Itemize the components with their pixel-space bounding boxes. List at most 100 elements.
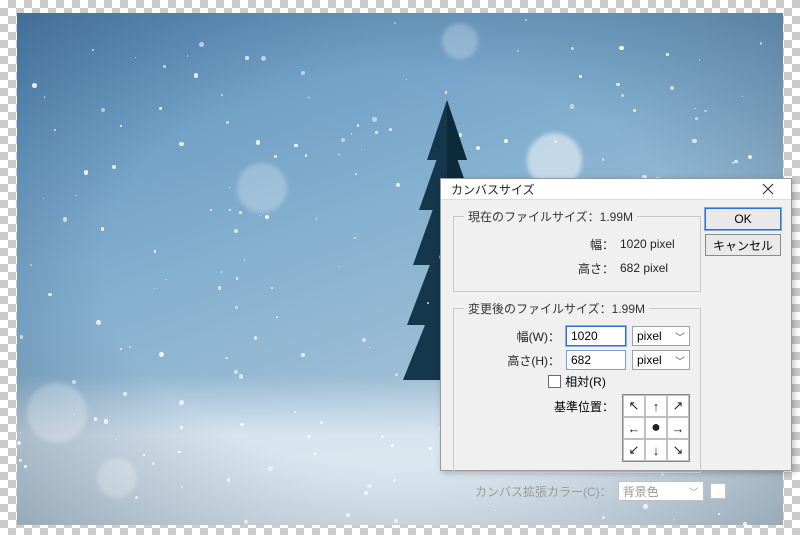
snowflake <box>406 79 407 80</box>
snowflake <box>74 413 75 414</box>
dialog-title: カンバスサイズ <box>451 181 535 198</box>
snowflake <box>743 522 747 525</box>
current-width-label: 幅： <box>590 236 614 253</box>
snowflake <box>181 486 183 488</box>
snowflake <box>445 91 447 93</box>
snowflake <box>361 149 362 150</box>
snowflake <box>24 465 26 467</box>
width-unit-value: pixel <box>637 329 662 343</box>
snowflake <box>734 160 737 163</box>
snowflake <box>234 229 238 233</box>
height-unit-select[interactable]: pixel ﹀ <box>632 350 690 370</box>
snowflake <box>389 128 392 131</box>
snowflake <box>504 139 508 143</box>
snowflake <box>314 452 317 455</box>
close-icon <box>762 183 774 195</box>
snowflake <box>194 73 199 78</box>
snowflake <box>320 421 323 424</box>
snowflake <box>240 423 243 426</box>
snowflake <box>316 218 318 220</box>
extension-color-label: カンバス拡張カラー(C)： <box>475 483 612 500</box>
snowflake <box>394 22 396 24</box>
current-width-value: 1020 pixel <box>620 237 690 251</box>
anchor-ne[interactable]: ↗ <box>667 395 689 417</box>
close-button[interactable] <box>751 179 785 199</box>
new-width-label: 幅(W)： <box>517 328 560 345</box>
extension-color-value: 背景色 <box>623 483 659 500</box>
snowflake <box>341 138 345 142</box>
dialog-body: OK キャンセル 現在のファイルサイズ：1.99M 幅： 1020 pixel … <box>441 200 791 509</box>
snowflake <box>554 140 557 143</box>
snowflake <box>129 346 131 348</box>
snowflake <box>239 374 243 378</box>
snowflake <box>602 158 604 160</box>
cancel-button[interactable]: キャンセル <box>705 234 781 256</box>
height-unit-value: pixel <box>637 353 662 367</box>
anchor-se[interactable]: ↘ <box>667 439 689 461</box>
snowflake <box>123 392 126 395</box>
snowflake <box>375 131 378 134</box>
current-size-legend: 現在のファイルサイズ：1.99M <box>464 208 637 225</box>
snowflake <box>120 125 121 126</box>
snowflake <box>227 478 231 482</box>
snowflake <box>301 71 305 75</box>
anchor-nw[interactable]: ↖ <box>623 395 645 417</box>
snowflake <box>357 124 359 126</box>
width-input[interactable] <box>566 326 626 346</box>
snowflake <box>346 513 350 517</box>
snowflake <box>459 133 462 136</box>
bokeh <box>237 163 287 213</box>
snowflake <box>579 75 582 78</box>
snowflake <box>619 46 623 50</box>
anchor-center[interactable]: ● <box>645 417 667 439</box>
relative-checkbox[interactable] <box>548 375 561 388</box>
snowflake <box>367 484 371 488</box>
snowflake <box>704 110 706 112</box>
bokeh <box>97 458 137 498</box>
snowflake <box>143 454 145 456</box>
anchor-w[interactable]: ← <box>623 417 645 439</box>
extension-color-swatch <box>710 483 726 499</box>
ok-button[interactable]: OK <box>705 208 781 230</box>
snowflake <box>210 209 211 210</box>
width-unit-select[interactable]: pixel ﹀ <box>632 326 690 346</box>
snowflake <box>355 173 357 175</box>
snowflake <box>20 335 23 338</box>
snowflake <box>234 370 238 374</box>
snowflake <box>112 165 115 168</box>
snowflake <box>115 439 116 440</box>
chevron-down-icon: ﹀ <box>689 484 699 499</box>
current-height-label: 高さ： <box>578 260 614 277</box>
dialog-button-column: OK キャンセル <box>705 208 781 256</box>
height-input[interactable] <box>566 350 626 370</box>
snowflake <box>43 198 44 199</box>
anchor-sw[interactable]: ↙ <box>623 439 645 461</box>
snowflake <box>621 94 624 97</box>
snowflake <box>221 271 223 273</box>
anchor-s[interactable]: ↓ <box>645 439 667 461</box>
anchor-e[interactable]: → <box>667 417 689 439</box>
snowflake <box>256 140 261 145</box>
dialog-titlebar[interactable]: カンバスサイズ <box>441 179 791 200</box>
snowflake <box>245 56 248 59</box>
snowflake <box>32 83 37 88</box>
snowflake <box>104 419 108 423</box>
chevron-down-icon: ﹀ <box>675 353 685 368</box>
current-size-group: 現在のファイルサイズ：1.99M 幅： 1020 pixel 高さ： 682 p… <box>453 208 701 292</box>
snowflake <box>63 217 67 221</box>
snowflake <box>179 400 184 405</box>
snowflake <box>244 259 246 261</box>
bokeh <box>27 383 87 443</box>
snowflake <box>92 49 94 51</box>
new-height-label: 高さ(H)： <box>507 352 560 369</box>
snowflake <box>695 117 698 120</box>
snowflake <box>372 117 377 122</box>
snowflake <box>94 417 97 420</box>
snowflake <box>616 83 619 86</box>
anchor-n[interactable]: ↑ <box>645 395 667 417</box>
snowflake <box>225 357 227 359</box>
workspace: カンバスサイズ OK キャンセル 現在のファイルサイズ：1.99M 幅： 102… <box>0 0 800 535</box>
canvas-size-dialog: カンバスサイズ OK キャンセル 現在のファイルサイズ：1.99M 幅： 102… <box>440 178 792 471</box>
snowflake <box>54 129 56 131</box>
snowflake <box>692 139 697 144</box>
